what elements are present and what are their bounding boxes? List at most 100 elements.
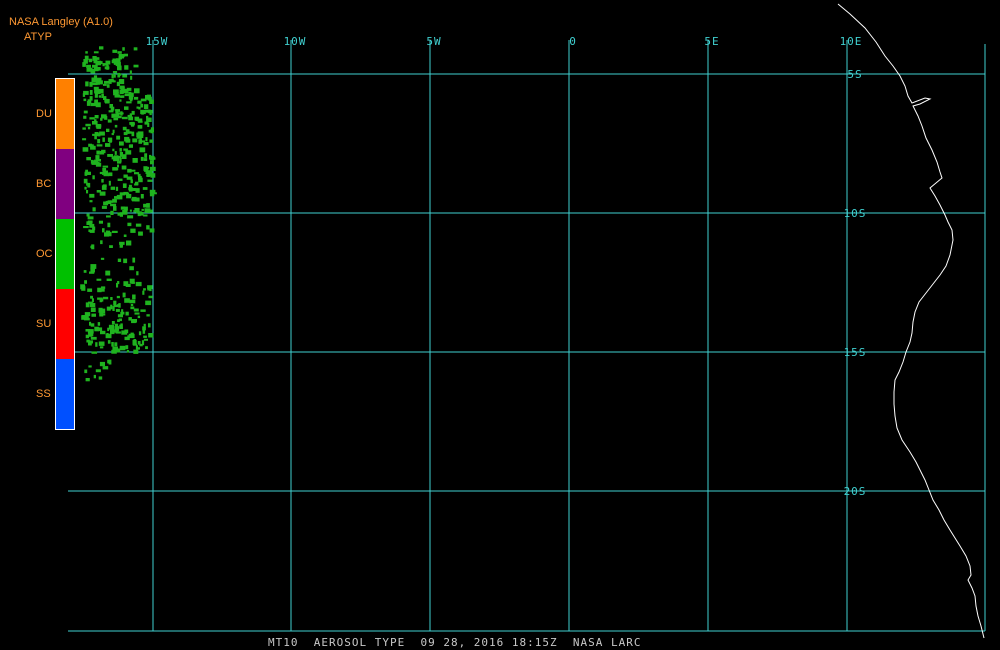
aerosol-pixel bbox=[95, 67, 101, 71]
aerosol-pixel bbox=[113, 74, 116, 78]
aerosol-pixel bbox=[102, 171, 106, 174]
aerosol-pixel bbox=[95, 155, 100, 160]
aerosol-pixel bbox=[94, 132, 99, 137]
aerosol-pixel bbox=[93, 59, 98, 64]
aerosol-pixel bbox=[99, 61, 103, 65]
aerosol-pixel bbox=[146, 94, 151, 100]
aerosol-pixel bbox=[90, 145, 93, 150]
aerosol-pixel bbox=[118, 73, 122, 76]
aerosol-pixel bbox=[85, 123, 91, 127]
aerosol-pixel bbox=[100, 117, 103, 121]
aerosol-pixel bbox=[82, 127, 86, 130]
aerosol-pixel bbox=[112, 129, 115, 134]
aerosol-pixel bbox=[106, 65, 109, 70]
aerosol-pixel bbox=[89, 81, 93, 87]
aerosol-pixel bbox=[119, 95, 122, 98]
aerosol-pixel bbox=[144, 153, 148, 158]
aerosol-pixel bbox=[120, 323, 123, 328]
aerosol-pixel bbox=[143, 323, 146, 327]
aerosol-pixel bbox=[94, 94, 98, 98]
aerosol-pixel bbox=[143, 338, 148, 341]
aerosol-pixel bbox=[119, 157, 122, 163]
aerosol-pixel bbox=[140, 309, 146, 312]
aerosol-pixel bbox=[143, 335, 147, 338]
aerosol-pixel bbox=[108, 324, 115, 330]
aerosol-pixel bbox=[106, 128, 110, 132]
aerosol-pixel bbox=[143, 142, 149, 146]
aerosol-pixel bbox=[88, 333, 93, 337]
aerosol-pixel bbox=[97, 322, 101, 326]
aerosol-pixel bbox=[124, 106, 129, 110]
aerosol-pixel bbox=[116, 109, 120, 112]
aerosol-pixel bbox=[100, 257, 105, 260]
aerosol-pixel bbox=[125, 345, 129, 350]
aerosol-pixel bbox=[92, 82, 98, 86]
aerosol-pixel bbox=[89, 229, 95, 233]
aerosol-pixel bbox=[134, 172, 140, 175]
aerosol-pixel bbox=[87, 288, 93, 292]
aerosol-pixel bbox=[93, 374, 96, 379]
aerosol-pixel bbox=[149, 139, 153, 143]
aerosol-pixel bbox=[110, 329, 115, 335]
aerosol-pixel bbox=[113, 168, 119, 171]
aerosol-pixel bbox=[111, 230, 118, 233]
lon-label-15w: 15W bbox=[146, 35, 169, 48]
aerosol-pixel bbox=[108, 81, 112, 84]
aerosol-pixel bbox=[104, 116, 108, 120]
aerosol-pixel bbox=[118, 303, 121, 308]
aerosol-pixel bbox=[83, 115, 87, 119]
aerosol-pixel bbox=[125, 283, 131, 287]
aerosol-pixel bbox=[146, 225, 150, 230]
aerosol-pixel bbox=[97, 80, 103, 85]
aerosol-pixel bbox=[114, 323, 119, 328]
aerosol-pixel bbox=[145, 137, 148, 142]
aerosol-pixel bbox=[87, 126, 91, 130]
aerosol-pixel bbox=[130, 75, 133, 80]
aerosol-pixel bbox=[148, 295, 153, 299]
aerosol-pixel bbox=[147, 285, 153, 289]
aerosol-pixel bbox=[114, 124, 118, 128]
aerosol-pixel bbox=[149, 166, 156, 171]
aerosol-pixel bbox=[124, 136, 130, 142]
aerosol-pixel bbox=[121, 309, 124, 313]
aerosol-pixel bbox=[112, 306, 115, 311]
aerosol-pixel bbox=[98, 307, 103, 313]
aerosol-pixel bbox=[86, 190, 89, 194]
aerosol-pixel bbox=[137, 213, 141, 217]
aerosol-pixel bbox=[91, 298, 94, 303]
aerosol-pixel bbox=[143, 214, 148, 217]
aerosol-pixel bbox=[133, 96, 139, 100]
coastline bbox=[837, 3, 985, 639]
aerosol-pixel bbox=[110, 186, 116, 190]
aerosol-pixel bbox=[129, 299, 136, 304]
aerosol-pixel bbox=[88, 340, 93, 344]
aerosol-pixel bbox=[130, 228, 136, 233]
aerosol-pixel bbox=[148, 333, 154, 338]
aerosol-pixel bbox=[105, 200, 112, 204]
aerosol-pixel bbox=[107, 359, 111, 364]
aerosol-pixel bbox=[86, 213, 90, 217]
aerosol-pixel bbox=[114, 151, 117, 155]
aerosol-pixel bbox=[90, 159, 93, 164]
aerosol-pixel bbox=[129, 144, 133, 148]
aerosol-pixel bbox=[114, 342, 118, 347]
aerosol-pixel bbox=[84, 317, 90, 321]
aerosol-pixel bbox=[105, 60, 111, 65]
aerosol-pixel bbox=[121, 116, 128, 120]
aerosol-pixel bbox=[108, 172, 113, 177]
aerosol-pixel bbox=[84, 369, 88, 374]
aerosol-pixel bbox=[115, 308, 120, 312]
aerosol-pixel bbox=[85, 172, 88, 175]
lon-label-10e: 10E bbox=[840, 35, 863, 48]
aerosol-pixel bbox=[123, 258, 128, 264]
aerosol-pixel bbox=[129, 113, 132, 118]
aerosol-pixel bbox=[139, 125, 142, 129]
aerosol-pixel bbox=[121, 165, 127, 170]
aerosol-pixel bbox=[102, 228, 105, 233]
aerosol-pixel bbox=[106, 278, 112, 281]
aerosol-pixel bbox=[89, 222, 93, 228]
aerosol-pixel bbox=[129, 266, 134, 271]
aerosol-pixel bbox=[129, 70, 132, 75]
legend-swatch-oc bbox=[56, 219, 74, 289]
aerosol-pixel bbox=[139, 147, 146, 153]
